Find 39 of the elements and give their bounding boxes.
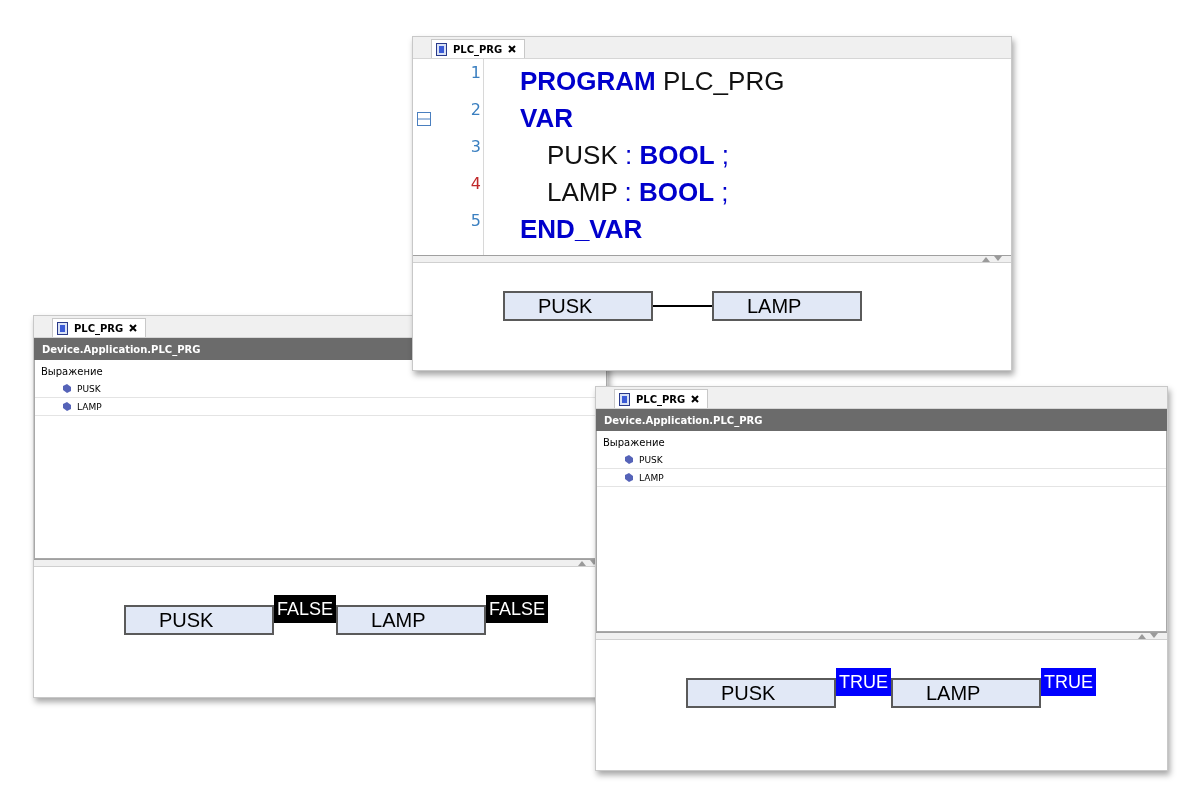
editor-tab[interactable]: PLC_PRG — [614, 389, 709, 408]
variable-block: LAMP — [712, 291, 862, 321]
variable-block: PUSK — [686, 678, 836, 708]
close-icon[interactable] — [129, 324, 138, 332]
collapse-icon[interactable] — [417, 112, 431, 126]
value-badge: TRUE — [836, 668, 891, 696]
line-number: 4 — [470, 174, 481, 193]
value-badge: FALSE — [486, 595, 549, 623]
code-line: PROGRAM PLC_PRG — [520, 65, 785, 98]
editor-tab[interactable]: PLC_PRG — [52, 318, 147, 337]
file-icon — [619, 392, 630, 406]
code-line: END_VAR — [520, 213, 643, 246]
variable-name[interactable]: LAMP — [77, 401, 102, 412]
line-number: 5 — [470, 211, 481, 230]
code-line: LAMP : BOOL ; — [546, 176, 729, 209]
variable-block: LAMP — [336, 605, 487, 635]
line-number: 3 — [470, 137, 481, 156]
variable-name[interactable]: PUSK — [639, 454, 663, 465]
close-icon[interactable] — [691, 395, 700, 403]
path-bar: Device.Application.PLC_PRG — [596, 409, 1167, 431]
variable-name[interactable]: PUSK — [77, 383, 101, 394]
column-header: Выражение — [40, 365, 104, 379]
variable-block: PUSK — [124, 605, 274, 635]
code-line: PUSK : BOOL ; — [546, 139, 730, 172]
column-header: Выражение — [602, 436, 666, 450]
file-icon — [57, 321, 68, 335]
editor-tab[interactable]: PLC_PRG — [431, 39, 526, 58]
value-badge: FALSE — [274, 595, 337, 623]
close-icon[interactable] — [508, 45, 517, 53]
code-line: VAR — [520, 102, 573, 135]
line-number: 1 — [470, 63, 481, 82]
splitter-arrows-icon[interactable] — [1137, 633, 1159, 639]
variable-name[interactable]: LAMP — [639, 472, 664, 483]
splitter-arrows-icon[interactable] — [981, 256, 1003, 262]
line-number: 2 — [470, 100, 481, 119]
file-icon — [436, 42, 447, 56]
value-badge: TRUE — [1041, 668, 1096, 696]
variable-block: PUSK — [503, 291, 653, 321]
variable-block: LAMP — [891, 678, 1041, 708]
